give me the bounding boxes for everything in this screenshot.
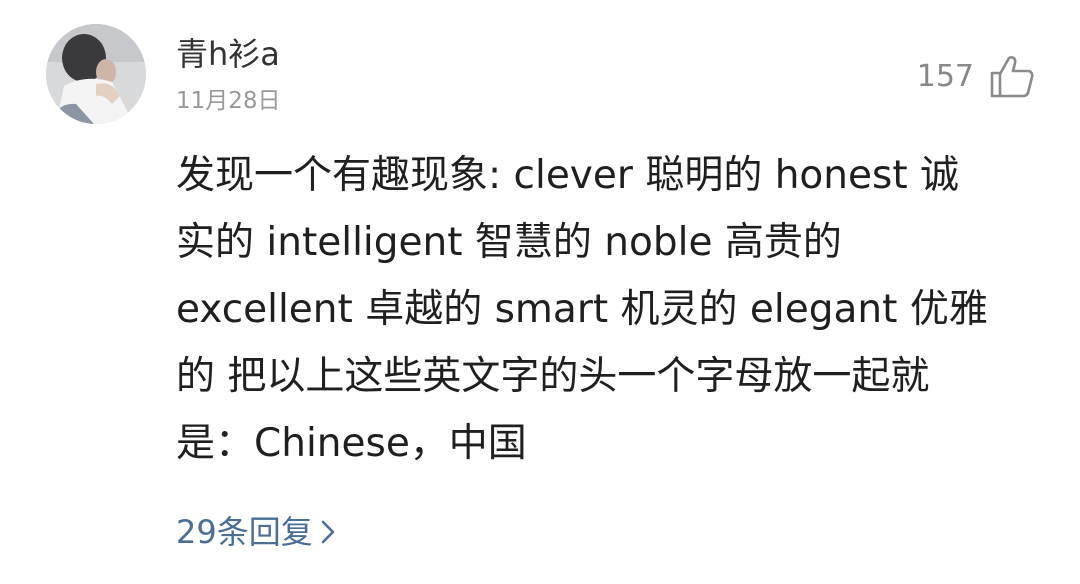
comment-text: 发现一个有趣现象: clever 聪明的 honest 诚 实的 intelli… bbox=[176, 142, 1026, 477]
avatar[interactable] bbox=[46, 24, 146, 124]
replies-label: 29条回复 bbox=[176, 513, 313, 551]
like-button[interactable]: 157 bbox=[917, 54, 1036, 100]
replies-link[interactable]: 29条回复 bbox=[176, 510, 337, 554]
comment-date: 11月28日 bbox=[176, 88, 281, 114]
comment-text-line: 实的 intelligent 智慧的 noble 高贵的 bbox=[176, 220, 842, 265]
comment-item: 青h衫a 11月28日 157 发现一个有趣现象: clever 聪明的 hon… bbox=[0, 0, 1080, 584]
avatar-image bbox=[46, 24, 146, 124]
thumbs-up-icon bbox=[988, 53, 1036, 101]
comment-text-line: 发现一个有趣现象: clever 聪明的 honest 诚 bbox=[176, 153, 960, 198]
comment-text-line: 的 把以上这些英文字的头一个字母放一起就 bbox=[176, 354, 930, 399]
chevron-right-icon bbox=[319, 519, 337, 545]
username[interactable]: 青h衫a bbox=[176, 34, 280, 74]
like-count: 157 bbox=[916, 59, 974, 94]
comment-text-line: 是：Chinese，中国 bbox=[176, 421, 527, 466]
comment-text-line: excellent 卓越的 smart 机灵的 elegant 优雅 bbox=[176, 287, 988, 332]
